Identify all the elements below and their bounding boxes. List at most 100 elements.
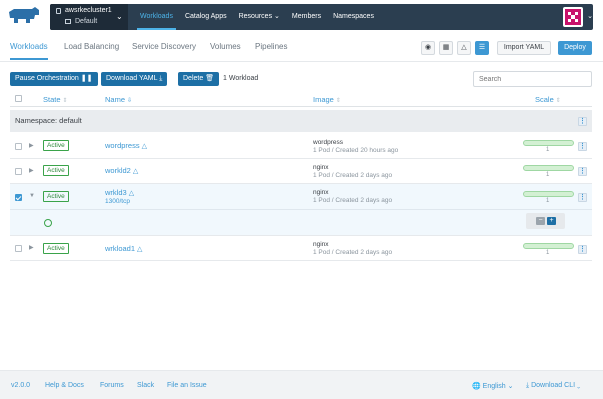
search-input[interactable] — [473, 71, 592, 87]
project-icon — [65, 19, 71, 24]
scale-value: 1 — [546, 198, 550, 204]
pause-orchestration-label: Pause Orchestration — [15, 75, 79, 82]
namespace-label: Namespace: default — [15, 116, 82, 125]
divider — [10, 209, 592, 210]
tab-volumes[interactable]: Volumes — [210, 40, 241, 60]
slack-link[interactable]: Slack — [137, 382, 154, 389]
group-service-button[interactable]: △ — [457, 41, 471, 55]
cluster-switcher[interactable]: awsrkecluster1 Default ⌄ — [50, 4, 128, 30]
row-actions-menu[interactable]: ⋮ — [578, 142, 587, 151]
footer: v2.0.0 Help & Docs Forums Slack File an … — [0, 370, 603, 399]
main-nav: awsrkecluster1 Default ⌄ Workloads Catal… — [50, 4, 593, 30]
scale-down-button[interactable]: − — [536, 217, 545, 225]
import-yaml-button[interactable]: Import YAML — [497, 41, 551, 55]
scale-value: 1 — [546, 250, 550, 256]
group-none-button[interactable]: ◉ — [421, 41, 435, 55]
table-header: State ⇕ Name ⇩ Image ⇕ Scale ⇕ — [10, 92, 592, 107]
circle-dot-icon: ◉ — [424, 44, 432, 51]
workload-name: wordpress — [105, 141, 140, 150]
pod-status-icon[interactable] — [44, 219, 52, 227]
group-namespace-button[interactable]: ☰ — [475, 41, 489, 55]
workload-link[interactable]: wrkload1 △ — [105, 244, 142, 253]
scale-value: 1 — [546, 147, 550, 153]
file-issue-link[interactable]: File an Issue — [167, 382, 207, 389]
column-image[interactable]: Image ⇕ — [313, 95, 341, 104]
nav-item-resources[interactable]: Resources ⌄ — [233, 4, 286, 30]
workload-link[interactable]: workld2 △ — [105, 166, 138, 175]
sort-icon: ⇕ — [335, 98, 341, 104]
scale-stepper: − + — [526, 213, 565, 229]
pause-orchestration-button[interactable]: Pause Orchestration ❚❚ — [10, 72, 98, 86]
trash-icon: 🗑 — [205, 75, 215, 82]
sort-icon: ⇕ — [62, 98, 68, 104]
namespace-actions-menu[interactable]: ⋮ — [578, 117, 587, 126]
language-label: English — [482, 383, 506, 390]
image-name: nginx — [313, 241, 329, 248]
namespace-group-header: Namespace: default ⋮ — [10, 110, 592, 132]
download-icon: ⤓ — [526, 382, 530, 389]
nav-item-namespaces[interactable]: Namespaces — [327, 4, 380, 30]
tab-load-balancing[interactable]: Load Balancing — [64, 40, 119, 60]
tab-service-discovery[interactable]: Service Discovery — [132, 40, 196, 60]
row-actions-menu[interactable]: ⋮ — [578, 245, 587, 254]
row-checkbox[interactable] — [15, 194, 22, 201]
workload-link[interactable]: wordpress △ — [105, 141, 147, 150]
help-docs-link[interactable]: Help & Docs — [45, 382, 84, 389]
workload-type-icon: △ — [141, 143, 147, 150]
column-state[interactable]: State ⇕ — [43, 95, 68, 104]
row-actions-menu[interactable]: ⋮ — [578, 193, 587, 202]
workload-name: workld2 — [105, 166, 131, 175]
status-badge: Active — [43, 191, 69, 202]
workload-name: wrkload1 — [105, 244, 136, 253]
chevron-down-icon: ⌄ — [116, 12, 123, 21]
endpoint-link[interactable]: 1300/tcp — [105, 198, 130, 205]
sort-down-icon: ⇩ — [127, 98, 133, 104]
scale-up-button[interactable]: + — [547, 217, 556, 225]
nav-item-workloads[interactable]: Workloads — [134, 4, 179, 30]
delete-button[interactable]: Delete 🗑 — [178, 72, 220, 86]
status-badge: Active — [43, 140, 69, 151]
expand-icon[interactable]: ▶ — [29, 167, 34, 174]
row-checkbox[interactable] — [15, 245, 22, 252]
row-checkbox[interactable] — [15, 143, 22, 150]
workload-link[interactable]: wrkld3 △ — [105, 188, 134, 197]
language-selector[interactable]: 🌐 English ⌄ — [472, 382, 513, 390]
tab-pipelines[interactable]: Pipelines — [255, 40, 287, 60]
collapse-icon[interactable]: ▼ — [29, 193, 35, 199]
project-name: Default — [75, 18, 98, 25]
scale-bar — [523, 243, 574, 249]
workload-type-icon: △ — [137, 246, 143, 253]
download-yaml-button[interactable]: Download YAML ⤓ — [101, 72, 168, 86]
scale-bar — [523, 140, 574, 146]
rancher-logo[interactable] — [6, 6, 42, 26]
image-name: wordpress — [313, 139, 343, 146]
version-link[interactable]: v2.0.0 — [11, 382, 30, 389]
column-name-label: Name — [105, 95, 126, 104]
download-icon: ⤓ — [159, 75, 163, 82]
user-avatar[interactable] — [563, 7, 583, 27]
download-cli-dropdown[interactable]: ⤓ Download CLI ⌄ — [526, 382, 580, 390]
chevron-down-icon: ⌄ — [507, 383, 514, 390]
sort-icon: ⇕ — [555, 98, 561, 104]
grid-icon: ▦ — [442, 44, 450, 51]
globe-icon: 🌐 — [472, 383, 481, 390]
table-row: ▶ Active wrkload1 △ nginx 1 Pod / Created… — [10, 236, 592, 261]
expand-icon[interactable]: ▶ — [29, 244, 34, 251]
status-badge: Active — [43, 243, 69, 254]
scale-bar — [523, 191, 574, 197]
column-scale[interactable]: Scale ⇕ — [535, 95, 561, 104]
nav-item-catalog-apps[interactable]: Catalog Apps — [179, 4, 233, 30]
chevron-down-icon[interactable]: ⌄ — [587, 12, 593, 20]
select-all-checkbox[interactable] — [15, 95, 22, 102]
row-actions-menu[interactable]: ⋮ — [578, 167, 587, 176]
group-list-button[interactable]: ▦ — [439, 41, 453, 55]
nav-item-members[interactable]: Members — [286, 4, 327, 30]
expand-icon[interactable]: ▶ — [29, 142, 34, 149]
download-yaml-label: Download YAML — [106, 75, 158, 82]
deploy-button[interactable]: Deploy — [558, 41, 592, 55]
row-checkbox[interactable] — [15, 168, 22, 175]
tab-workloads[interactable]: Workloads — [10, 40, 48, 60]
divider — [0, 61, 603, 62]
forums-link[interactable]: Forums — [100, 382, 124, 389]
column-name[interactable]: Name ⇩ — [105, 95, 132, 104]
